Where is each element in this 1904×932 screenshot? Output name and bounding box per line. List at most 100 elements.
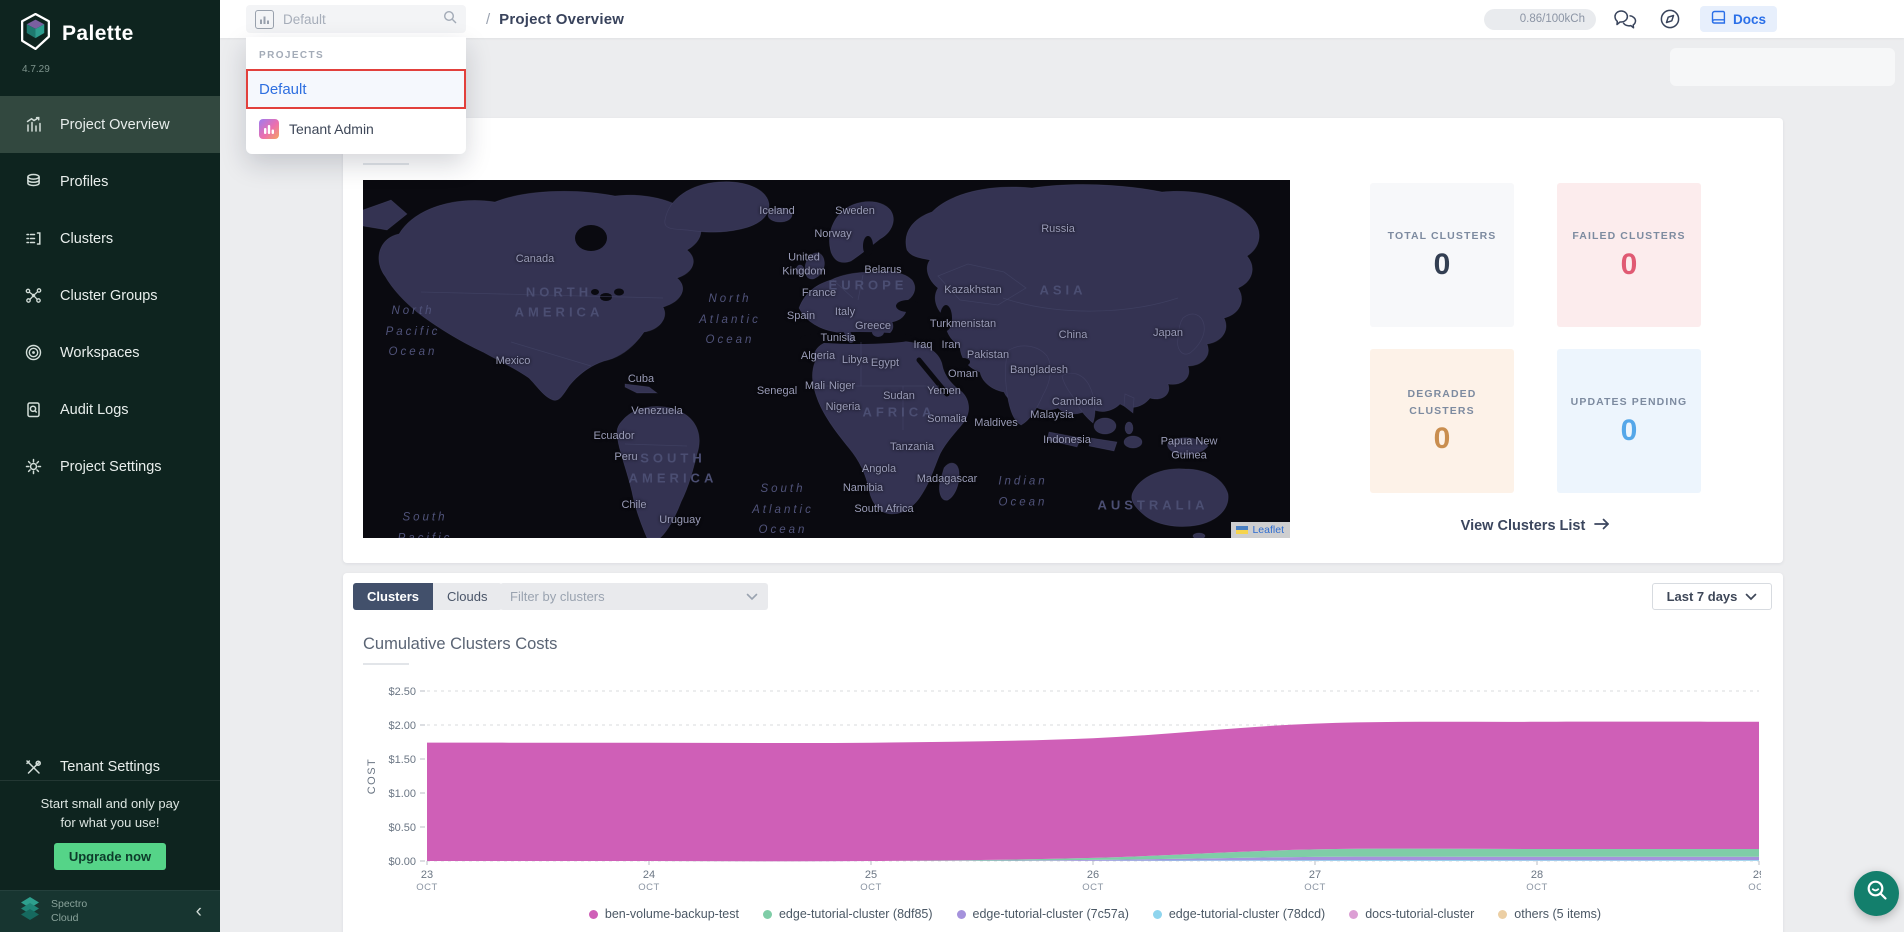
svg-text:$2.00: $2.00: [388, 720, 416, 732]
top-bar: Default / Project Overview 0.86/100kCh: [220, 0, 1904, 38]
svg-text:$1.00: $1.00: [388, 788, 416, 800]
legend-label: edge-tutorial-cluster (8df85): [779, 907, 933, 921]
cluster-stats: TOTAL CLUSTERS0 FAILED CLUSTERS 0 DEGRADED …: [1370, 183, 1701, 493]
svg-text:$2.50: $2.50: [388, 686, 416, 698]
dropdown-item-tenant-admin[interactable]: Tenant Admin: [246, 109, 466, 149]
help-compass-icon[interactable]: [1656, 5, 1684, 33]
legend-dot: [1153, 910, 1162, 919]
brand-name: Spectro Cloud: [51, 898, 87, 925]
usage-badge: 0.86/100kCh: [1484, 9, 1596, 30]
promo-text: Start small and only pay for what you us…: [0, 795, 220, 833]
stat-label: UPDATES PENDING: [1571, 394, 1688, 410]
collapse-sidebar-icon[interactable]: ‹: [196, 902, 202, 921]
legend-item-docs-tutorial-cluster: docs-tutorial-cluster: [1349, 907, 1474, 921]
breadcrumb-separator: /: [486, 11, 490, 28]
legend-dot: [763, 910, 772, 919]
stat-degraded-clusters: DEGRADED CLUSTERS0: [1370, 349, 1514, 493]
svg-text:OCT: OCT: [416, 882, 438, 893]
costs-card: ClustersClouds Filter by clusters Last 7…: [343, 573, 1783, 932]
cluster-groups-icon: [23, 286, 43, 306]
svg-text:27: 27: [1309, 869, 1321, 881]
stat-label: DEGRADED CLUSTERS: [1380, 386, 1504, 419]
legend-dot: [1349, 910, 1358, 919]
audit-logs-icon: [23, 400, 43, 420]
sidebar-item-project-settings[interactable]: Project Settings: [0, 438, 220, 495]
stat-failed-clusters: FAILED CLUSTERS 0: [1557, 183, 1701, 327]
docs-button[interactable]: Docs: [1700, 6, 1777, 32]
costs-chart-svg: $0.00$0.50$1.00$1.50$2.00$2.5023OCT24OCT…: [361, 685, 1761, 897]
legend-dot: [957, 910, 966, 919]
world-map[interactable]: IcelandCanadaSwedenNorwayRussiaUnited Ki…: [363, 180, 1290, 538]
sidebar-item-cluster-groups[interactable]: Cluster Groups: [0, 267, 220, 324]
svg-text:OCT: OCT: [1526, 882, 1548, 893]
stat-total-clusters: TOTAL CLUSTERS0: [1370, 183, 1514, 327]
sidebar: Palette 4.7.29 Project OverviewProfilesC…: [0, 0, 220, 932]
tab-clouds[interactable]: Clouds: [433, 583, 501, 610]
tab-clusters[interactable]: Clusters: [353, 583, 433, 610]
cumulative-costs-chart: $0.00$0.50$1.00$1.50$2.00$2.5023OCT24OCT…: [361, 685, 1761, 897]
support-chat-launcher[interactable]: [1854, 871, 1899, 916]
chat-bubbles-icon[interactable]: [1612, 5, 1640, 33]
date-range-value: Last 7 days: [1667, 589, 1738, 604]
search-smile-icon: [1865, 879, 1889, 908]
page-title: Project Overview: [499, 11, 624, 28]
dropdown-item-default[interactable]: Default: [246, 69, 466, 109]
palette-dashboard: Palette 4.7.29 Project OverviewProfilesC…: [0, 0, 1904, 932]
svg-text:24: 24: [643, 869, 655, 881]
costs-tabs: ClustersClouds: [353, 583, 502, 610]
chart-legend: ben-volume-backup-test edge-tutorial-clus…: [429, 907, 1761, 921]
sidebar-item-workspaces[interactable]: Workspaces: [0, 324, 220, 381]
sidebar-item-profiles[interactable]: Profiles: [0, 153, 220, 210]
app-name: Palette: [62, 22, 134, 46]
chevron-down-icon: [746, 589, 758, 604]
sidebar-item-audit-logs[interactable]: Audit Logs: [0, 381, 220, 438]
date-range-select[interactable]: Last 7 days: [1652, 583, 1772, 610]
stat-value: 0: [1621, 248, 1638, 282]
sidebar-nav: Project OverviewProfilesClusters Cluster …: [0, 96, 220, 495]
svg-text:OCT: OCT: [1304, 882, 1326, 893]
view-clusters-list-link[interactable]: View Clusters List: [1370, 518, 1701, 534]
project-selector[interactable]: Default: [246, 5, 466, 33]
legend-label: ben-volume-backup-test: [605, 907, 739, 921]
app-logo[interactable]: Palette: [20, 13, 134, 55]
legend-label: others (5 items): [1514, 907, 1601, 921]
book-icon: [1711, 10, 1726, 28]
legend-item-edge-tutorial-cluster-7c57a: edge-tutorial-cluster (7c57a): [957, 907, 1129, 921]
search-icon: [443, 10, 457, 29]
app-version: 4.7.29: [22, 64, 50, 75]
sidebar-item-label: Cluster Groups: [60, 288, 158, 304]
svg-text:29: 29: [1753, 869, 1761, 881]
tenant-admin-icon: [259, 119, 279, 139]
svg-text:26: 26: [1087, 869, 1099, 881]
dropdown-section-label: PROJECTS: [246, 37, 466, 69]
clusters-icon: [23, 229, 43, 249]
project-chart-icon: [255, 10, 274, 29]
svg-text:OCT: OCT: [638, 882, 660, 893]
filter-placeholder: Filter by clusters: [510, 589, 605, 604]
filter-input[interactable]: Filter by clusters: [500, 583, 768, 610]
palette-logo-icon: [20, 13, 51, 55]
legend-label: docs-tutorial-cluster: [1365, 907, 1474, 921]
legend-item-ben-volume-backup-test: ben-volume-backup-test: [589, 907, 739, 921]
legend-dot: [589, 910, 598, 919]
header-actions: 0.86/100kCh: [1484, 0, 1777, 38]
leaflet-attribution[interactable]: Leaflet: [1231, 522, 1290, 538]
stat-label: FAILED CLUSTERS: [1572, 228, 1685, 244]
sidebar-item-label: Workspaces: [60, 345, 140, 361]
upgrade-now-button[interactable]: Upgrade now: [54, 843, 166, 870]
sidebar-item-clusters[interactable]: Clusters: [0, 210, 220, 267]
settings-icon: [23, 457, 43, 477]
svg-text:OCT: OCT: [860, 882, 882, 893]
sidebar-item-project-overview[interactable]: Project Overview: [0, 96, 220, 153]
legend-label: edge-tutorial-cluster (7c57a): [973, 907, 1129, 921]
stat-value: 0: [1434, 248, 1451, 282]
overview-icon: [23, 115, 43, 135]
arrow-right-icon: [1594, 518, 1610, 534]
svg-text:25: 25: [865, 869, 877, 881]
stat-updates-pending: UPDATES PENDING0: [1557, 349, 1701, 493]
svg-text:$0.50: $0.50: [388, 822, 416, 834]
svg-text:COST: COST: [366, 758, 378, 795]
svg-text:OCT: OCT: [1748, 882, 1761, 893]
clusters-card: Clusters: [343, 118, 1783, 563]
sidebar-item-label: Project Settings: [60, 459, 162, 475]
